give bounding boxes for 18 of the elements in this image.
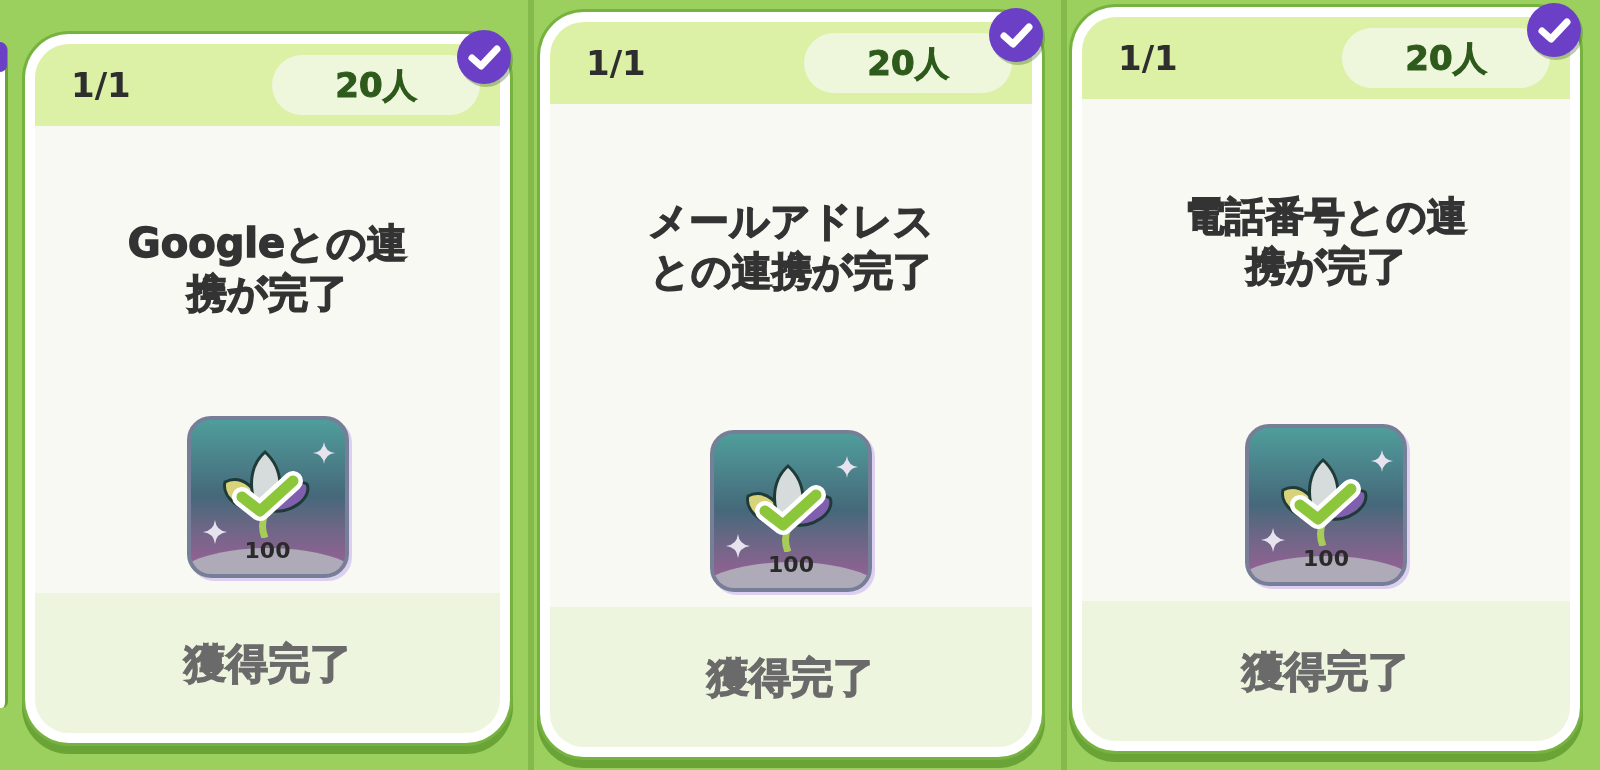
participant-count: 20人 xyxy=(272,55,480,115)
sparkle-icon xyxy=(1261,528,1285,552)
reward-amount: 100 xyxy=(768,552,814,578)
mission-title: メールアドレス との連携が完了 xyxy=(648,197,934,296)
mission-title: 電話番号との連 携が完了 xyxy=(1185,192,1467,291)
mission-title: Googleとの連 携が完了 xyxy=(127,219,408,318)
reward-amount: 100 xyxy=(1303,546,1349,572)
progress-text: 1/1 xyxy=(586,41,646,85)
progress-text: 1/1 xyxy=(1118,36,1178,80)
progress-text: 1/1 xyxy=(71,63,131,107)
reward-amount: 100 xyxy=(244,538,291,564)
sparkle-icon xyxy=(836,456,858,478)
sparkle-icon xyxy=(312,442,335,464)
sparkle-icon xyxy=(726,534,750,558)
participant-count: 20人 xyxy=(804,33,1012,93)
sparkle-icon xyxy=(202,520,227,544)
sparkle-icon xyxy=(1371,450,1393,472)
participant-count: 20人 xyxy=(1342,28,1550,88)
